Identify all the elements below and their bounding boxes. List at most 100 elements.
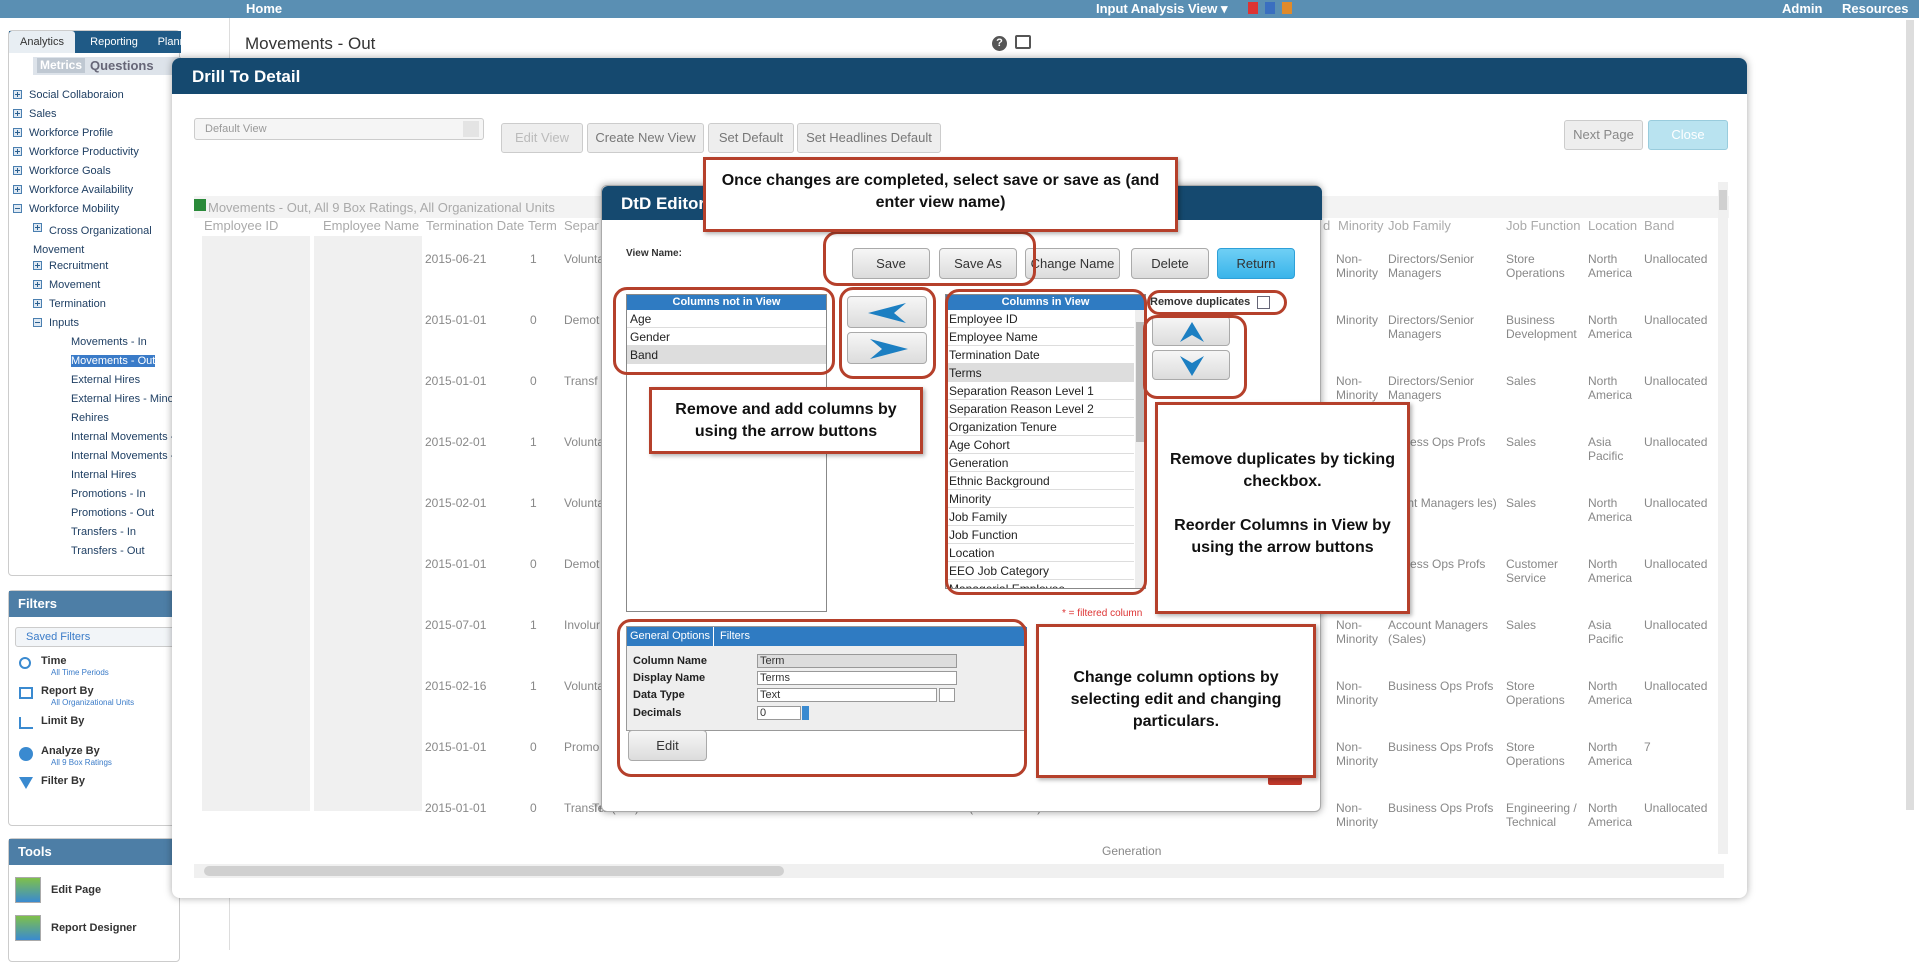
tree-item[interactable]: Workforce Availability bbox=[13, 184, 133, 196]
edit-view-button[interactable]: Edit View bbox=[501, 123, 583, 153]
tree-leaf[interactable]: Promotions - In bbox=[71, 488, 146, 500]
set-default-button[interactable]: Set Default bbox=[708, 123, 794, 153]
table-cell: Sales bbox=[1506, 435, 1537, 449]
scroll-thumb[interactable] bbox=[1719, 190, 1727, 210]
table-cell: Generation bbox=[1102, 844, 1162, 858]
highlight-not-in-view bbox=[613, 287, 835, 375]
tree-leaf[interactable]: Internal Movements - ... bbox=[71, 431, 181, 443]
subtab-metrics[interactable]: Metrics bbox=[37, 58, 85, 73]
comment-icon[interactable] bbox=[1015, 35, 1031, 49]
delete-button[interactable]: Delete bbox=[1131, 248, 1209, 279]
col-header[interactable]: Minority bbox=[1338, 218, 1384, 233]
col-header[interactable]: Termination Date bbox=[426, 218, 524, 233]
help-icon[interactable]: ? bbox=[992, 36, 1007, 51]
report-designer-icon bbox=[15, 915, 41, 941]
view-selector[interactable]: Input Analysis View ▾ bbox=[1096, 1, 1228, 17]
filters-panel: Filters Saved Filters Time All Time Perio… bbox=[8, 590, 181, 826]
col-header[interactable]: Job Function bbox=[1506, 218, 1580, 233]
tree-leaf[interactable]: External Hires - Minor bbox=[71, 393, 181, 405]
tree-item[interactable]: Inputs bbox=[33, 317, 79, 329]
col-header[interactable]: Separ bbox=[564, 218, 599, 233]
tree-item[interactable]: Termination bbox=[33, 298, 106, 310]
col-header[interactable]: Employee Name bbox=[323, 218, 419, 233]
col-header[interactable]: d bbox=[1323, 218, 1330, 233]
next-page-button[interactable]: Next Page bbox=[1564, 120, 1643, 150]
expand-icon[interactable] bbox=[33, 261, 42, 270]
expand-icon[interactable] bbox=[33, 280, 42, 289]
resources-link[interactable]: Resources bbox=[1842, 1, 1908, 16]
tree-item[interactable]: Sales bbox=[13, 108, 57, 120]
col-header[interactable]: Term bbox=[528, 218, 557, 233]
tree-leaf[interactable]: Movements - In bbox=[71, 336, 147, 348]
col-header[interactable]: Job Family bbox=[1388, 218, 1451, 233]
tree-item[interactable]: Cross Organizational Movement bbox=[33, 222, 153, 260]
vertical-scrollbar[interactable] bbox=[1718, 182, 1728, 854]
scroll-thumb[interactable] bbox=[204, 866, 784, 876]
tree-item[interactable]: Workforce Profile bbox=[13, 127, 113, 139]
tree-item[interactable]: Workforce Productivity bbox=[13, 146, 139, 158]
tree-leaf[interactable]: External Hires bbox=[71, 374, 140, 386]
tree-leaf-selected[interactable]: Movements - Out bbox=[71, 355, 156, 367]
expand-icon[interactable] bbox=[13, 185, 22, 194]
table-cell: Sales bbox=[1506, 496, 1537, 510]
expand-icon[interactable] bbox=[13, 166, 22, 175]
ppt-icon[interactable] bbox=[1282, 2, 1292, 14]
collapse-icon[interactable] bbox=[33, 318, 42, 327]
horizontal-scrollbar[interactable] bbox=[194, 864, 1724, 878]
chevron-down-icon[interactable] bbox=[463, 121, 479, 137]
table-cell: Unallocated bbox=[1644, 679, 1708, 693]
table-cell: 0 bbox=[530, 740, 537, 754]
set-headlines-default-button[interactable]: Set Headlines Default bbox=[797, 123, 941, 153]
table-caption: Movements - Out, All 9 Box Ratings, All … bbox=[208, 200, 555, 215]
table-cell: Non-Minority bbox=[1336, 740, 1379, 768]
pie-chart-icon bbox=[19, 747, 33, 761]
expand-icon[interactable] bbox=[13, 109, 22, 118]
tree-leaf[interactable]: Rehires bbox=[71, 412, 109, 424]
tree-item[interactable]: Movement bbox=[33, 279, 100, 291]
expand-icon[interactable] bbox=[33, 223, 42, 232]
table-cell: 1 bbox=[530, 252, 537, 266]
table-cell: 7 bbox=[1644, 740, 1651, 754]
collapse-icon[interactable] bbox=[13, 204, 22, 213]
subtab-questions[interactable]: Questions bbox=[90, 58, 154, 73]
expand-icon[interactable] bbox=[13, 147, 22, 156]
table-cell: Unallocated bbox=[1644, 435, 1708, 449]
table-cell: 2015-06-21 bbox=[425, 252, 487, 266]
tree-item[interactable]: Workforce Mobility bbox=[13, 203, 119, 215]
saved-filters-button[interactable]: Saved Filters bbox=[15, 627, 175, 647]
tab-reporting[interactable]: Reporting bbox=[79, 31, 149, 53]
create-new-view-button[interactable]: Create New View bbox=[587, 123, 704, 153]
tab-analytics[interactable]: Analytics bbox=[9, 31, 75, 53]
tree-leaf[interactable]: Transfers - Out bbox=[71, 545, 145, 557]
tree-item[interactable]: Social Collaboraion bbox=[13, 89, 124, 101]
expand-icon[interactable] bbox=[13, 90, 22, 99]
word-icon[interactable] bbox=[1265, 2, 1275, 14]
close-button[interactable]: Close bbox=[1648, 120, 1728, 150]
expand-icon[interactable] bbox=[33, 299, 42, 308]
tree-item[interactable]: Recruitment bbox=[33, 260, 108, 272]
tree-leaf[interactable]: Internal Movements - ... bbox=[71, 450, 181, 462]
tree-leaf[interactable]: Internal Hires bbox=[71, 469, 136, 481]
page-scrollbar[interactable] bbox=[1906, 20, 1914, 810]
table-cell: Customer Service bbox=[1506, 557, 1559, 585]
highlight-remove-duplicates bbox=[1147, 290, 1287, 315]
table-cell: Unallocated bbox=[1644, 801, 1708, 815]
change-name-button[interactable]: Change Name bbox=[1025, 248, 1120, 279]
table-cell: Account Managers (Sales) bbox=[1388, 618, 1489, 646]
col-header[interactable]: Employee ID bbox=[204, 218, 278, 233]
admin-link[interactable]: Admin bbox=[1782, 1, 1822, 16]
view-select[interactable]: Default View bbox=[194, 118, 484, 140]
home-link[interactable]: Home bbox=[246, 1, 282, 16]
tab-planning[interactable]: Planning bbox=[149, 31, 209, 53]
table-cell: 2015-01-01 bbox=[425, 557, 487, 571]
tree-item[interactable]: Workforce Goals bbox=[13, 165, 111, 177]
tree-leaf[interactable]: Promotions - Out bbox=[71, 507, 154, 519]
table-cell: Unallocated bbox=[1644, 374, 1708, 388]
excel-icon[interactable] bbox=[194, 199, 206, 211]
expand-icon[interactable] bbox=[13, 128, 22, 137]
return-button[interactable]: Return bbox=[1217, 248, 1295, 279]
col-header[interactable]: Band bbox=[1644, 218, 1674, 233]
col-header[interactable]: Location bbox=[1588, 218, 1637, 233]
pdf-icon[interactable] bbox=[1248, 2, 1258, 14]
tree-leaf[interactable]: Transfers - In bbox=[71, 526, 136, 538]
